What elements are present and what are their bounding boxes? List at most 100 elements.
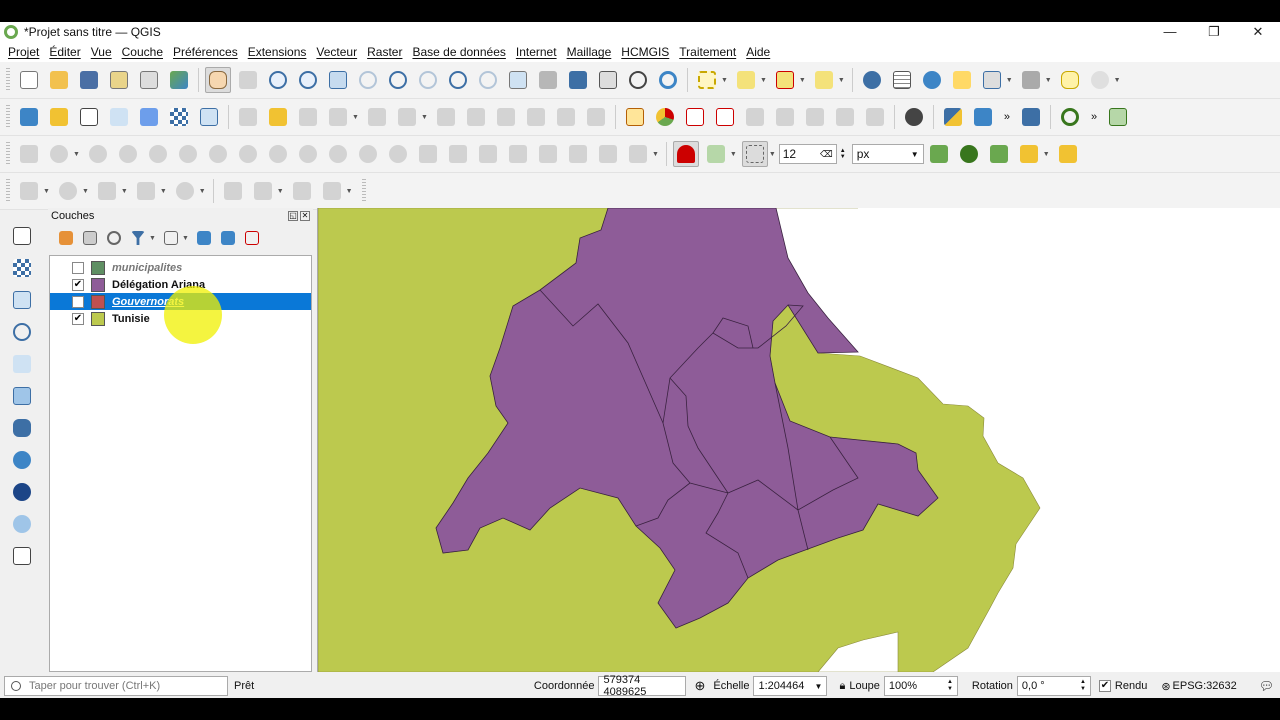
topological-editing-button[interactable] [926,141,952,167]
new-temporary-layer-button[interactable] [106,104,132,130]
shape-tool-8-button[interactable] [265,141,291,167]
menu-couche[interactable]: Couche [117,45,168,59]
add-group-button[interactable] [80,228,100,248]
remove-layer-button[interactable] [242,228,262,248]
current-edits-button[interactable] [265,104,291,130]
open-field-calculator-button[interactable] [979,67,1005,93]
style-manager-button[interactable] [166,67,192,93]
shape-tool-15-button[interactable] [475,141,501,167]
pan-map-button[interactable] [205,67,231,93]
shape-tool-16-button[interactable] [505,141,531,167]
dropdown-arrow-icon[interactable]: ▼ [199,188,206,195]
float-panel-icon[interactable]: ◱ [288,211,298,221]
advanced-digitizing-button[interactable] [16,141,42,167]
mesh-tool-2-button[interactable] [55,178,81,204]
dropdown-arrow-icon[interactable]: ▼ [346,188,353,195]
paste-button[interactable] [523,104,549,130]
toolbar-grip[interactable] [6,105,10,129]
save-project-button[interactable] [76,67,102,93]
new-3d-view-button[interactable] [535,67,561,93]
undo-button[interactable] [553,104,579,130]
layer-item-delegation-ariana[interactable]: ✔ Délégation Ariana [50,276,311,293]
toolbar-grip[interactable] [6,142,10,166]
shape-tool-13-button[interactable] [415,141,441,167]
close-button[interactable]: ✕ [1236,22,1280,42]
shape-tool-5-button[interactable] [175,141,201,167]
show-hide-labels-button[interactable] [772,104,798,130]
dropdown-arrow-icon[interactable]: ▼ [43,188,50,195]
zoom-in-button[interactable] [265,67,291,93]
dropdown-arrow-icon[interactable]: ▼ [1043,151,1050,158]
layer-item-gouvernorats[interactable]: Gouvernorats [50,293,311,310]
plugin-reload-button[interactable] [1105,104,1131,130]
zoom-native-button[interactable] [415,67,441,93]
collapse-all-button[interactable] [218,228,238,248]
shape-tool-2-button[interactable] [85,141,111,167]
attribute-table-button[interactable] [889,67,915,93]
plugin-tool-button[interactable] [970,104,996,130]
add-virtual-layer-side-button[interactable] [7,510,37,538]
dropdown-arrow-icon[interactable]: ▼ [730,151,737,158]
tracing-button[interactable] [1055,141,1081,167]
zoom-to-selection-button[interactable] [355,67,381,93]
dropdown-arrow-icon[interactable]: ▼ [121,188,128,195]
dropdown-arrow-icon[interactable]: ▼ [182,235,189,242]
dropdown-arrow-icon[interactable]: ▼ [352,114,359,121]
label-options-button[interactable] [622,104,648,130]
layer-visibility-checkbox[interactable] [72,261,84,274]
dropdown-arrow-icon[interactable]: ▼ [1006,77,1013,84]
filter-legend-button[interactable] [128,228,148,248]
avoid-overlap-button[interactable] [956,141,982,167]
map-tips-button[interactable] [1057,67,1083,93]
minimize-button[interactable]: — [1148,22,1192,42]
dropdown-arrow-icon[interactable]: ▼ [760,77,767,84]
zoom-out-button[interactable] [295,67,321,93]
dropdown-arrow-icon[interactable]: ▼ [149,235,156,242]
dropdown-arrow-icon[interactable]: ▼ [769,151,776,158]
shape-tool-18-button[interactable] [565,141,591,167]
vertex-tool-button[interactable] [364,104,390,130]
tolerance-spinner[interactable]: ▲ ▼ [840,148,846,160]
menu-hcmgis[interactable]: HCMGIS [616,45,674,59]
locator-search-input[interactable]: Taper pour trouver (Ctrl+K) [4,676,228,696]
toolbar-grip[interactable] [6,179,10,203]
add-mesh-layer-button[interactable] [7,286,37,314]
mesh-tool-7-button[interactable] [250,178,276,204]
manage-themes-button[interactable] [104,228,124,248]
add-wms-button[interactable] [7,446,37,474]
toggle-edit-button[interactable] [235,104,261,130]
style-panel-button[interactable] [56,228,76,248]
add-vector-button[interactable] [196,104,222,130]
select-location-button[interactable] [811,67,837,93]
shape-tool-20-button[interactable] [625,141,651,167]
rotate-label-button[interactable] [832,104,858,130]
shape-tool-7-button[interactable] [235,141,261,167]
change-label-button[interactable] [862,104,888,130]
layer-visibility-checkbox[interactable]: ✔ [72,312,84,325]
dropdown-arrow-icon[interactable]: ▼ [1045,77,1052,84]
shape-tool-11-button[interactable] [355,141,381,167]
new-bookmark-button[interactable] [565,67,591,93]
delete-selected-button[interactable] [433,104,459,130]
new-map-view-button[interactable] [505,67,531,93]
deselect-button[interactable] [772,67,798,93]
select-by-value-button[interactable] [733,67,759,93]
menu-extensions[interactable]: Extensions [243,45,312,59]
magnifier-input[interactable]: 100% ▲ ▼ [883,676,958,696]
save-edits-button[interactable] [295,104,321,130]
select-features-button[interactable] [694,67,720,93]
menu-aide[interactable]: Aide [741,45,775,59]
self-snapping-button[interactable] [1016,141,1042,167]
mesh-tool-8-button[interactable] [289,178,315,204]
add-gps-layer-button[interactable] [7,350,37,378]
snap-intersection-button[interactable] [986,141,1012,167]
zoom-full-button[interactable] [325,67,351,93]
shape-tool-10-button[interactable] [325,141,351,167]
new-shapefile-layer-button[interactable] [76,104,102,130]
dropdown-arrow-icon[interactable]: ▼ [160,188,167,195]
move-label-button[interactable] [802,104,828,130]
mesh-tool-1-button[interactable] [16,178,42,204]
zoom-to-layer-button[interactable] [385,67,411,93]
copy-button[interactable] [493,104,519,130]
add-raster-button[interactable] [166,104,192,130]
